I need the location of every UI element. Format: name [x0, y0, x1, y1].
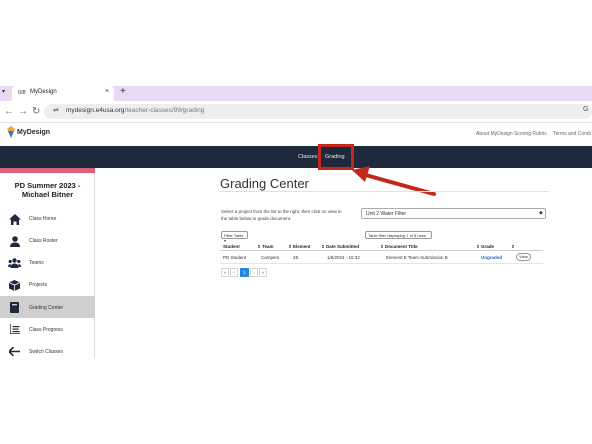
pager-next[interactable]: › [250, 268, 258, 277]
tab-title[interactable]: MyDesign [30, 89, 57, 95]
view-button[interactable]: View [516, 253, 531, 261]
annotation-arrow-icon [352, 166, 436, 196]
column-header-label: Date Submitted [326, 244, 360, 249]
title-divider [220, 191, 549, 192]
page-title: Grading Center [220, 176, 309, 191]
site-logo-text[interactable]: MyDesign [17, 129, 50, 136]
table-header-divider [220, 250, 543, 251]
terms-link[interactable]: Terms and Condi [553, 131, 591, 137]
cell-team: Campers [261, 255, 280, 260]
google-lens-icon[interactable]: G [583, 106, 588, 113]
group-icon [8, 252, 21, 274]
filter-table-button[interactable]: Filter Table ▾ [221, 231, 248, 243]
person-icon [8, 230, 21, 252]
main-navbar [0, 146, 592, 168]
column-header-label: Document Title [385, 244, 418, 249]
reload-button[interactable]: ↻ [32, 106, 40, 117]
sidebar-item-label: Class Home [29, 216, 57, 222]
forward-button[interactable]: → [18, 106, 28, 117]
pager-last[interactable]: » [259, 268, 267, 277]
sidebar-item-label: Switch Classes [29, 349, 63, 355]
project-select[interactable]: Unit 2 Water Filter [361, 208, 546, 219]
filter-status-badge: Table filter displaying 1 of 8 rows [365, 231, 432, 239]
tab-favicon-icon: 0/8 [18, 90, 26, 96]
cell-document-title: Element E Team Submission B [386, 255, 448, 260]
sidebar-item-label: Projects [29, 282, 48, 288]
cell-student: PD Student [223, 255, 247, 260]
sidebar-item-label: Grading Center [29, 305, 64, 311]
sidebar-item-label: Class Progress [29, 327, 63, 333]
sidebar-item-label: Class Roster [29, 238, 58, 244]
site-info-icon[interactable]: ⇌ [53, 106, 59, 114]
list-icon [8, 318, 21, 340]
url-text[interactable]: mydesign.e4usa.org/teacher-classes/99/gr… [66, 107, 204, 114]
home-icon [8, 208, 21, 230]
class-title: PD Summer 2023 - Michael Bitner [14, 181, 81, 199]
url-domain: mydesign.e4usa.org [66, 107, 125, 114]
book-icon [8, 296, 21, 318]
cube-icon [8, 274, 21, 296]
back-button[interactable]: ← [4, 106, 14, 117]
select-caret-icon: ◆ [539, 210, 543, 216]
tab-list-dropdown-icon[interactable]: ▾ [2, 88, 10, 98]
table-row-divider [220, 263, 543, 264]
column-header-student[interactable]: Student [223, 244, 240, 249]
pager-first[interactable]: « [221, 268, 229, 277]
scoring-rubric-link[interactable]: About MyDesign Scoring Rubric [476, 131, 547, 137]
arrow-left-icon [8, 340, 21, 362]
tab-close-icon[interactable]: × [105, 88, 109, 95]
cell-element: 2E [293, 255, 299, 260]
nav-classes[interactable]: Classes [298, 154, 318, 160]
pager-prev[interactable]: ‹ [230, 268, 238, 277]
sidebar-item-label: Teams [29, 260, 44, 266]
column-header-label: Element [293, 244, 311, 249]
cell-date: 1/6/2024 - 15:32 [327, 255, 360, 260]
mydesign-logo-icon[interactable] [6, 126, 16, 138]
pager-page-1[interactable]: 1 [240, 268, 249, 277]
grading-instructions: Select a project from the list to the ri… [221, 209, 342, 221]
cell-grade-status: Ungraded [481, 255, 503, 260]
url-path: /teacher-classes/99/grading [124, 107, 205, 114]
browser-tab[interactable] [12, 86, 114, 101]
new-tab-button[interactable]: + [120, 86, 126, 97]
column-header-label: Team [262, 244, 274, 249]
column-header-label: Grade [481, 244, 495, 249]
